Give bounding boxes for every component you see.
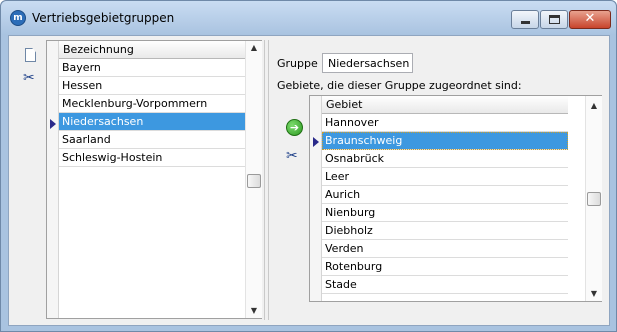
groups-grid: Bezeichnung Bayern Hessen Mecklenburg-Vo… — [46, 40, 262, 319]
scissors-icon[interactable]: ✂ — [23, 70, 35, 86]
row-selector-column — [47, 41, 59, 318]
maximize-button[interactable] — [540, 10, 568, 29]
app-logo-icon: m — [10, 10, 26, 26]
list-item[interactable]: Mecklenburg-Vorpommern — [59, 95, 246, 113]
list-item[interactable]: Leer — [322, 168, 568, 186]
list-item-label: Stade — [325, 278, 357, 291]
minimize-icon — [521, 21, 530, 24]
window-title: Vertriebsgebietgruppen — [32, 11, 175, 25]
list-item[interactable]: Hannover — [322, 114, 568, 132]
list-item-label: Mecklenburg-Vorpommern — [62, 97, 208, 110]
list-item-label: Osnabrück — [325, 152, 384, 165]
list-item-label: Niedersachsen — [62, 115, 144, 128]
column-header-label: Gebiet — [326, 98, 363, 111]
list-item-label: Verden — [325, 242, 364, 255]
list-item-label: Diebholz — [325, 224, 373, 237]
close-button[interactable]: ✕ — [569, 10, 611, 29]
list-item[interactable]: Diebholz — [322, 222, 568, 240]
new-document-icon[interactable] — [25, 48, 36, 62]
list-item-label: Braunschweig — [325, 134, 403, 147]
list-item-label: Bayern — [62, 61, 101, 74]
scroll-up-icon[interactable]: ▲ — [586, 101, 602, 110]
current-row-pointer-icon — [313, 137, 319, 147]
group-name-value: Niedersachsen — [328, 57, 410, 70]
list-item-label: Leer — [325, 170, 349, 183]
maximize-icon — [549, 15, 560, 24]
list-item[interactable]: Verden — [322, 240, 568, 258]
title-bar[interactable]: m Vertriebsgebietgruppen ✕ — [1, 1, 616, 35]
list-item-label: Nienburg — [325, 206, 376, 219]
list-item[interactable]: Hessen — [59, 77, 246, 95]
scroll-down-icon[interactable]: ▼ — [586, 289, 602, 298]
scroll-thumb[interactable] — [247, 174, 261, 188]
group-name-field[interactable]: Niedersachsen — [322, 53, 413, 73]
group-label: Gruppe — [277, 57, 318, 70]
list-item[interactable]: Aurich — [322, 186, 568, 204]
list-item-label: Hessen — [62, 79, 103, 92]
main-window: m Vertriebsgebietgruppen ✕ ✂ Bezeichnung… — [0, 0, 617, 332]
areas-caption: Gebiete, die dieser Gruppe zugeordnet si… — [277, 79, 522, 92]
current-row-pointer-icon — [50, 119, 56, 129]
list-item-selected[interactable]: Niedersachsen — [59, 113, 246, 131]
column-header-gebiet[interactable]: Gebiet — [322, 96, 568, 114]
list-item[interactable]: Stade — [322, 276, 568, 294]
scroll-thumb[interactable] — [587, 192, 601, 206]
list-item[interactable]: Saarland — [59, 131, 246, 149]
list-item[interactable]: Nienburg — [322, 204, 568, 222]
list-item-label: Rotenburg — [325, 260, 383, 273]
areas-scrollbar[interactable]: ▲ ▼ — [585, 96, 602, 301]
scroll-up-icon[interactable]: ▲ — [246, 43, 262, 52]
list-item[interactable]: Schleswig-Hostein — [59, 149, 246, 167]
row-selector-column — [310, 96, 322, 301]
column-header-label: Bezeichnung — [63, 43, 134, 56]
assign-arrow-icon[interactable]: ➔ — [286, 119, 303, 136]
scroll-down-icon[interactable]: ▼ — [246, 306, 262, 315]
groups-scrollbar[interactable]: ▲ ▼ — [245, 41, 262, 318]
list-item-selected[interactable]: Braunschweig — [322, 132, 568, 150]
column-header-bezeichnung[interactable]: Bezeichnung — [59, 41, 246, 59]
list-item-label: Aurich — [325, 188, 361, 201]
minimize-button[interactable] — [511, 10, 539, 29]
list-item-label: Saarland — [62, 133, 111, 146]
areas-grid: Gebiet Hannover Braunschweig Osnabrück L… — [309, 95, 602, 302]
close-icon: ✕ — [584, 11, 596, 26]
list-item[interactable]: Bayern — [59, 59, 246, 77]
pane-splitter[interactable] — [264, 40, 269, 320]
client-area: ✂ Bezeichnung Bayern Hessen Mecklenburg-… — [8, 35, 610, 326]
list-item-label: Hannover — [325, 116, 379, 129]
list-item[interactable]: Rotenburg — [322, 258, 568, 276]
list-item-label: Schleswig-Hostein — [62, 151, 163, 164]
scissors-icon[interactable]: ✂ — [286, 148, 298, 164]
list-item[interactable]: Osnabrück — [322, 150, 568, 168]
